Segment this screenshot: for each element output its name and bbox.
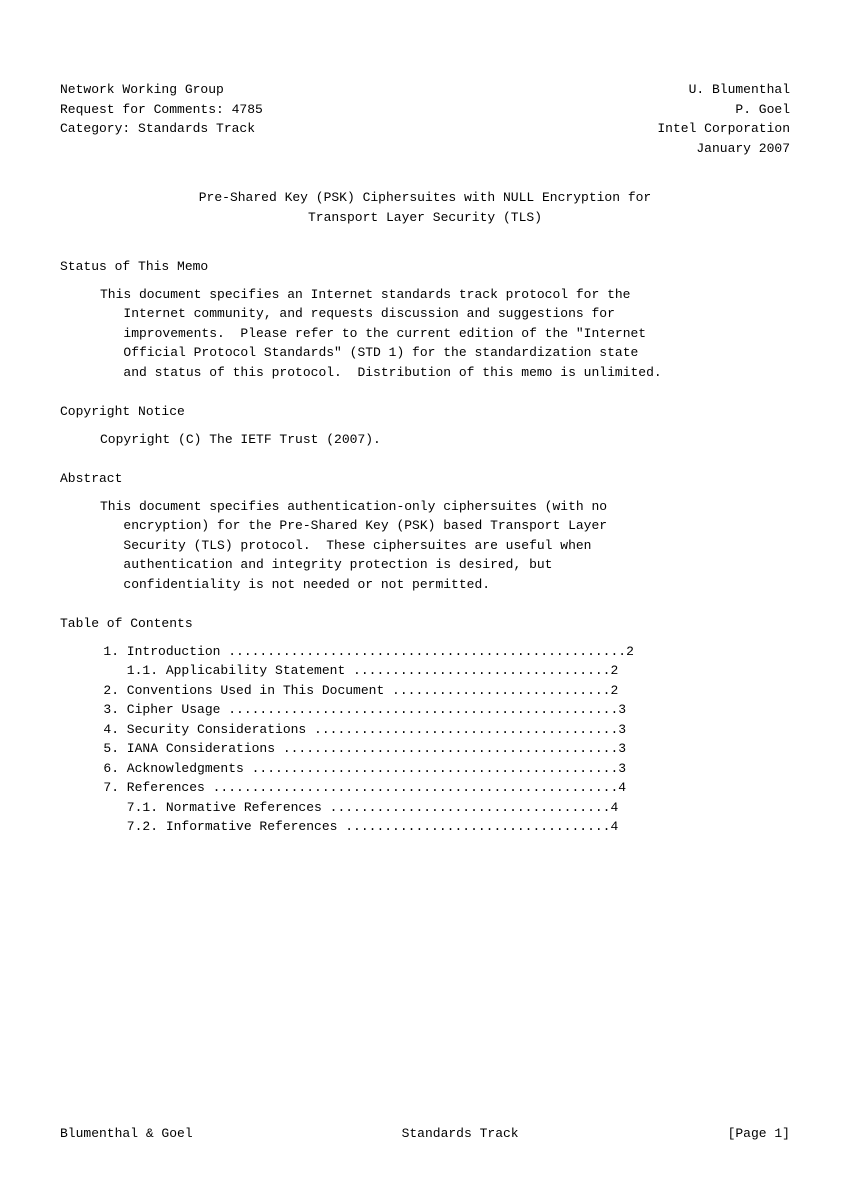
abstract-text: This document specifies authentication-o… bbox=[100, 497, 790, 595]
abstract-heading: Abstract bbox=[60, 469, 790, 489]
abstract-body: This document specifies authentication-o… bbox=[100, 497, 790, 595]
toc-heading: Table of Contents bbox=[60, 614, 790, 634]
toc-entry: 7.1. Normative References ..............… bbox=[80, 798, 790, 818]
toc-entry: 3. Cipher Usage ........................… bbox=[80, 700, 790, 720]
copyright-body: Copyright (C) The IETF Trust (2007). bbox=[100, 430, 790, 450]
header-left-line3: Category: Standards Track bbox=[60, 119, 263, 139]
status-memo-body: This document specifies an Internet stan… bbox=[100, 285, 790, 383]
copyright-heading: Copyright Notice bbox=[60, 402, 790, 422]
toc-entry: 6. Acknowledgments .....................… bbox=[80, 759, 790, 779]
status-memo-text: This document specifies an Internet stan… bbox=[100, 285, 790, 383]
header-right-line4: January 2007 bbox=[657, 139, 790, 159]
copyright-text: Copyright (C) The IETF Trust (2007). bbox=[100, 430, 790, 450]
toc-entry: 4. Security Considerations .............… bbox=[80, 720, 790, 740]
footer-center: Standards Track bbox=[193, 1124, 728, 1144]
title-line1: Pre-Shared Key (PSK) Ciphersuites with N… bbox=[60, 188, 790, 208]
toc-entry: 2. Conventions Used in This Document ...… bbox=[80, 681, 790, 701]
toc-entry: 1.1. Applicability Statement ...........… bbox=[80, 661, 790, 681]
toc-block: 1. Introduction ........................… bbox=[80, 642, 790, 837]
title-block: Pre-Shared Key (PSK) Ciphersuites with N… bbox=[60, 188, 790, 227]
header-right-line3: Intel Corporation bbox=[657, 119, 790, 139]
toc-entry: 7.2. Informative References ............… bbox=[80, 817, 790, 837]
header-left-line2: Request for Comments: 4785 bbox=[60, 100, 263, 120]
header-block: Network Working Group Request for Commen… bbox=[60, 80, 790, 158]
header-right-line1: U. Blumenthal bbox=[657, 80, 790, 100]
header-right-line2: P. Goel bbox=[657, 100, 790, 120]
status-memo-heading: Status of This Memo bbox=[60, 257, 790, 277]
footer-right: [Page 1] bbox=[728, 1124, 790, 1144]
toc-entry: 1. Introduction ........................… bbox=[80, 642, 790, 662]
toc-entry: 7. References ..........................… bbox=[80, 778, 790, 798]
toc-entry: 5. IANA Considerations .................… bbox=[80, 739, 790, 759]
footer-block: Blumenthal & Goel Standards Track [Page … bbox=[60, 1124, 790, 1144]
footer-left: Blumenthal & Goel bbox=[60, 1124, 193, 1144]
title-line2: Transport Layer Security (TLS) bbox=[60, 208, 790, 228]
header-left: Network Working Group Request for Commen… bbox=[60, 80, 263, 158]
page: Network Working Group Request for Commen… bbox=[0, 0, 850, 1203]
header-left-line1: Network Working Group bbox=[60, 80, 263, 100]
header-right: U. Blumenthal P. Goel Intel Corporation … bbox=[657, 80, 790, 158]
